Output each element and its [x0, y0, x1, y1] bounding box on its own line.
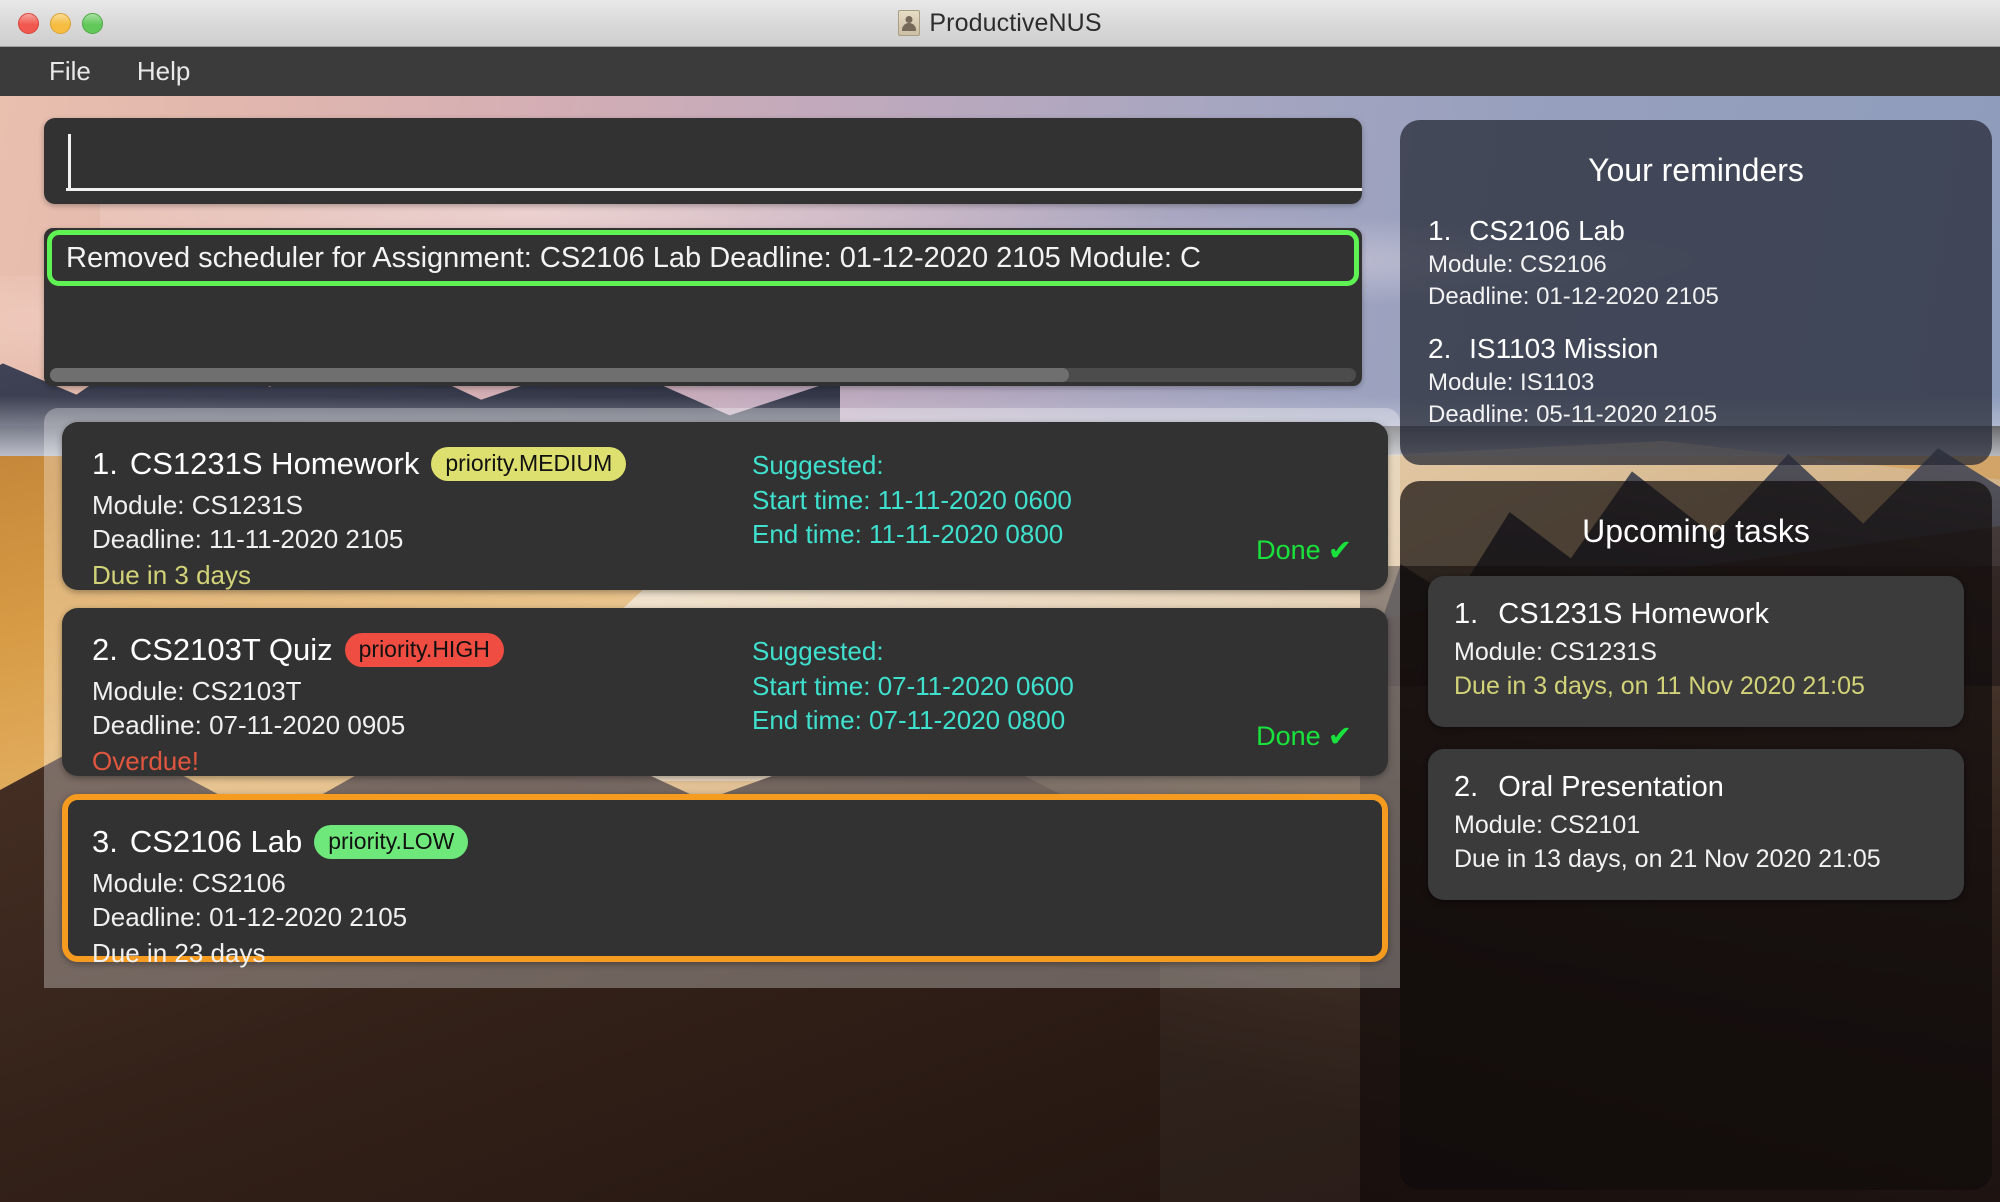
reminders-panel: Your reminders 1. CS2106 Lab Module: CS2…	[1400, 120, 1992, 465]
assignment-list-panel: 1. CS1231S Homework priority.MEDIUM Modu…	[44, 408, 1400, 988]
minimize-button[interactable]	[50, 12, 71, 34]
assignment-due-status: Due in 23 days	[92, 937, 266, 968]
assignment-index: 3.	[92, 824, 118, 859]
upcoming-task-due: Due in 3 days, on 11 Nov 2020 21:05	[1454, 672, 1865, 700]
assignment-name: CS2103T Quiz	[129, 632, 333, 667]
reminders-title: Your reminders	[1588, 152, 1804, 188]
assignment-deadline: Deadline: 07-11-2020 0905	[92, 710, 406, 741]
upcoming-task-card[interactable]: 2. Oral Presentation Module: CS2101 Due …	[1428, 749, 1964, 900]
upcoming-task-name: Oral Presentation	[1498, 771, 1724, 803]
check-icon: ✔	[1327, 721, 1352, 753]
command-input[interactable]	[68, 118, 1338, 204]
assignment-name: CS1231S Homework	[129, 446, 420, 481]
reminder-item[interactable]: 1. CS2106 Lab Module: CS2106 Deadline: 0…	[1428, 215, 1964, 313]
traffic-lights	[0, 12, 103, 34]
upcoming-task-index: 2.	[1454, 771, 1479, 803]
text-caret	[68, 134, 71, 188]
suggested-start-time: Start time: 11-11-2020 0600	[752, 484, 1072, 515]
close-button[interactable]	[18, 12, 39, 34]
reminder-index: 2.	[1428, 332, 1452, 364]
done-label: Done	[1256, 721, 1321, 751]
assignment-card[interactable]: 1. CS1231S Homework priority.MEDIUM Modu…	[62, 422, 1388, 590]
reminder-item[interactable]: 2. IS1103 Mission Module: IS1103 Deadlin…	[1428, 333, 1964, 431]
reminder-name: CS2106 Lab	[1469, 215, 1625, 246]
priority-badge: priority.HIGH	[344, 633, 504, 667]
left-column: Removed scheduler for Assignment: CS2106…	[0, 118, 1400, 1202]
assignment-schedule	[752, 800, 1362, 956]
reminder-heading: 2. IS1103 Mission	[1428, 333, 1964, 365]
assignment-module: Module: CS2106	[92, 868, 286, 898]
upcoming-task-heading: 1. CS1231S Homework	[1454, 598, 1938, 631]
assignment-details: 1. CS1231S Homework priority.MEDIUM Modu…	[92, 422, 752, 590]
assignment-title-row: 2. CS2103T Quiz priority.HIGH	[92, 632, 752, 668]
assignment-title-row: 1. CS1231S Homework priority.MEDIUM	[92, 446, 752, 482]
assignment-name: CS2106 Lab	[129, 824, 303, 859]
window-titlebar: ProductiveNUS	[0, 0, 2000, 47]
assignment-details: 2. CS2103T Quiz priority.HIGH Module: CS…	[92, 608, 752, 776]
reminder-module: Module: IS1103	[1428, 368, 1595, 396]
check-icon: ✔	[1327, 535, 1352, 567]
done-indicator[interactable]: Done ✔	[1256, 719, 1352, 754]
assignment-card[interactable]: 2. CS2103T Quiz priority.HIGH Module: CS…	[62, 608, 1388, 776]
assignment-schedule: Suggested: Start time: 07-11-2020 0600 E…	[752, 608, 1362, 776]
assignment-details: 3. CS2106 Lab priority.LOW Module: CS210…	[92, 800, 752, 968]
reminder-module: Module: CS2106	[1428, 251, 1607, 278]
priority-badge: priority.MEDIUM	[431, 447, 627, 481]
assignment-due-status: Due in 3 days	[92, 559, 251, 590]
maximize-button[interactable]	[82, 12, 103, 34]
assignment-schedule: Suggested: Start time: 11-11-2020 0600 E…	[752, 422, 1362, 590]
upcoming-task-index: 1.	[1454, 598, 1479, 630]
done-label: Done	[1256, 535, 1321, 565]
priority-badge: priority.LOW	[314, 825, 469, 859]
reminder-deadline: Deadline: 05-11-2020 2105	[1428, 400, 1718, 428]
reminder-name: IS1103 Mission	[1469, 332, 1659, 364]
result-message-text: Removed scheduler for Assignment: CS2106…	[66, 241, 1201, 274]
command-input-underline	[66, 188, 1362, 191]
menu-bar: File Help	[0, 47, 2000, 96]
assignment-index: 2.	[92, 632, 118, 667]
done-indicator[interactable]: Done ✔	[1256, 533, 1352, 568]
right-column: Your reminders 1. CS2106 Lab Module: CS2…	[1390, 118, 2000, 1202]
reminder-deadline: Deadline: 01-12-2020 2105	[1428, 282, 1719, 310]
application-window: ProductiveNUS File Help Removed schedule…	[0, 0, 2000, 1202]
suggested-header: Suggested:	[752, 636, 884, 666]
suggested-header: Suggested:	[752, 450, 884, 480]
reminder-heading: 1. CS2106 Lab	[1428, 215, 1964, 247]
upcoming-tasks-title: Upcoming tasks	[1582, 513, 1810, 549]
command-box[interactable]	[44, 118, 1362, 204]
menu-item-file[interactable]: File	[26, 52, 114, 91]
reminder-index: 1.	[1428, 215, 1452, 246]
assignment-module: Module: CS1231S	[92, 490, 304, 520]
result-display-box: Removed scheduler for Assignment: CS2106…	[44, 228, 1362, 386]
main-content: Removed scheduler for Assignment: CS2106…	[0, 96, 2000, 1202]
contact-card-icon	[898, 10, 921, 36]
scrollbar-thumb[interactable]	[50, 368, 1069, 382]
result-horizontal-scrollbar[interactable]	[50, 368, 1356, 382]
menu-item-help[interactable]: Help	[114, 52, 213, 91]
app-stage: Removed scheduler for Assignment: CS2106…	[0, 96, 2000, 1202]
suggested-start-time: Start time: 07-11-2020 0600	[752, 670, 1074, 701]
upcoming-task-due: Due in 13 days, on 21 Nov 2020 21:05	[1454, 845, 1881, 873]
upcoming-task-heading: 2. Oral Presentation	[1454, 771, 1938, 804]
assignment-card-selected[interactable]: 3. CS2106 Lab priority.LOW Module: CS210…	[62, 794, 1388, 968]
upcoming-task-name: CS1231S Homework	[1498, 598, 1770, 630]
upcoming-task-module: Module: CS1231S	[1454, 638, 1657, 666]
window-title-group: ProductiveNUS	[0, 0, 2000, 46]
assignment-deadline: Deadline: 01-12-2020 2105	[92, 902, 408, 933]
assignment-due-status: Overdue!	[92, 745, 199, 776]
result-message-banner: Removed scheduler for Assignment: CS2106…	[47, 230, 1359, 286]
assignment-module: Module: CS2103T	[92, 676, 302, 706]
assignment-deadline: Deadline: 11-11-2020 2105	[92, 524, 404, 555]
assignment-index: 1.	[92, 446, 118, 481]
upcoming-tasks-panel: Upcoming tasks 1. CS1231S Homework Modul…	[1400, 481, 1992, 1190]
upcoming-task-card[interactable]: 1. CS1231S Homework Module: CS1231S Due …	[1428, 576, 1964, 727]
upcoming-task-module: Module: CS2101	[1454, 811, 1641, 839]
assignment-title-row: 3. CS2106 Lab priority.LOW	[92, 824, 752, 860]
window-title: ProductiveNUS	[929, 8, 1102, 37]
